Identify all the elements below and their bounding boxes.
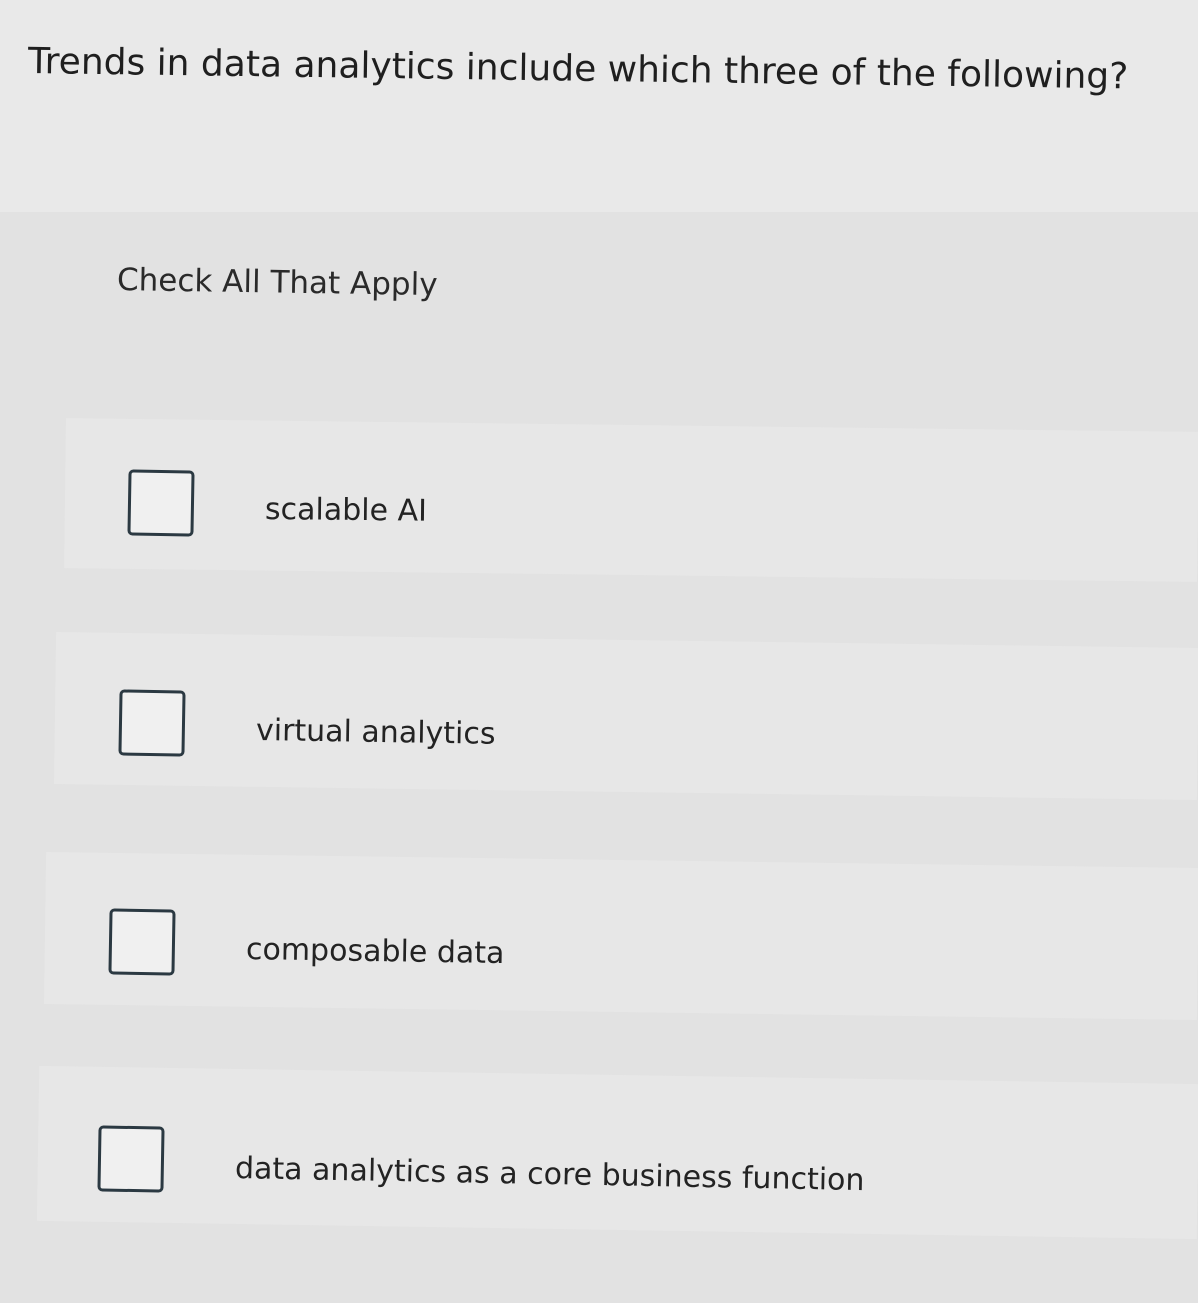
option-label-composable-data[interactable]: composable data bbox=[246, 932, 505, 972]
option-row-composable-data[interactable] bbox=[43, 851, 1198, 1021]
option-label-virtual-analytics[interactable]: virtual analytics bbox=[256, 713, 496, 753]
instruction-text: Check All That Apply bbox=[116, 262, 438, 304]
option-label-scalable-ai[interactable]: scalable AI bbox=[265, 492, 427, 530]
option-row-core-business-function[interactable] bbox=[36, 1065, 1198, 1240]
checkbox-core-business-function[interactable] bbox=[97, 1125, 165, 1193]
checkbox-virtual-analytics[interactable] bbox=[118, 689, 186, 757]
question-text: Trends in data analytics include which t… bbox=[27, 41, 1129, 98]
checkbox-composable-data[interactable] bbox=[108, 908, 176, 976]
option-row-scalable-ai[interactable] bbox=[64, 418, 1198, 582]
checkbox-scalable-ai[interactable] bbox=[127, 469, 195, 537]
option-row-virtual-analytics[interactable] bbox=[53, 632, 1198, 800]
